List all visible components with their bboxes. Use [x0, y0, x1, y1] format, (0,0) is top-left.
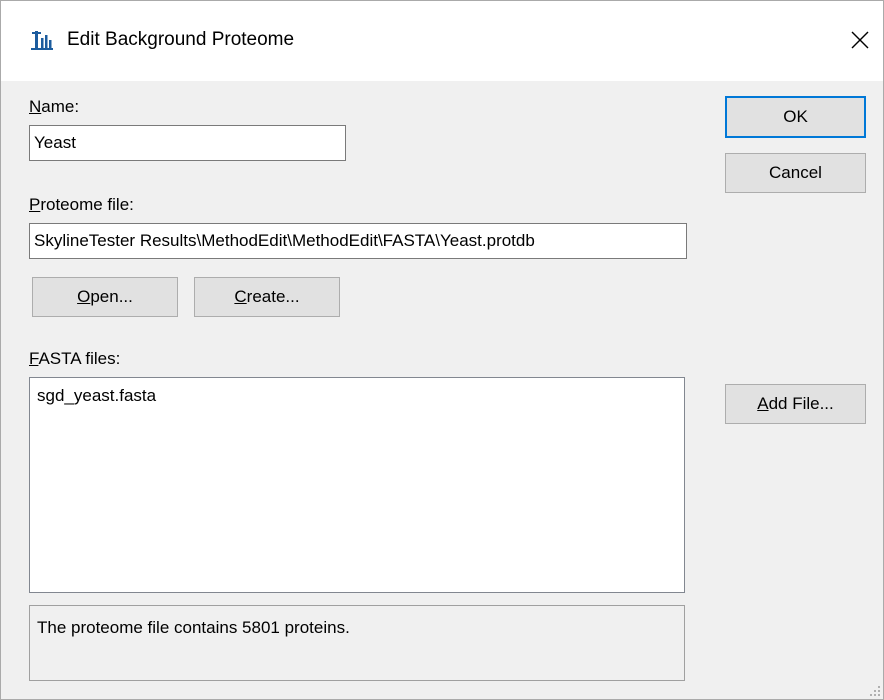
skyline-icon — [31, 31, 53, 50]
fasta-files-label: FASTA files: — [29, 349, 121, 368]
name-input[interactable] — [29, 125, 346, 161]
status-text: The proteome file contains 5801 proteins… — [37, 618, 350, 637]
dialog-title: Edit Background Proteome — [67, 29, 295, 50]
close-button[interactable] — [837, 1, 883, 79]
title-bar: Edit Background Proteome — [1, 1, 883, 81]
add-file-button[interactable]: Add File... — [725, 384, 866, 424]
resize-grip-icon[interactable] — [869, 685, 881, 697]
status-box: The proteome file contains 5801 proteins… — [29, 605, 685, 681]
fasta-files-list[interactable]: sgd_yeast.fasta — [29, 377, 685, 593]
cancel-button[interactable]: Cancel — [725, 153, 866, 193]
list-item[interactable]: sgd_yeast.fasta — [30, 378, 684, 406]
proteome-file-input[interactable]: SkylineTester Results\MethodEdit\MethodE… — [29, 223, 687, 259]
proteome-file-label: Proteome file: — [29, 195, 134, 214]
edit-background-proteome-dialog: Edit Background Proteome Name: Proteome … — [0, 0, 884, 700]
close-icon — [851, 31, 869, 49]
create-button[interactable]: Create... — [194, 277, 340, 317]
open-button[interactable]: Open... — [32, 277, 178, 317]
ok-button[interactable]: OK — [725, 96, 866, 138]
name-label: Name: — [29, 97, 80, 116]
